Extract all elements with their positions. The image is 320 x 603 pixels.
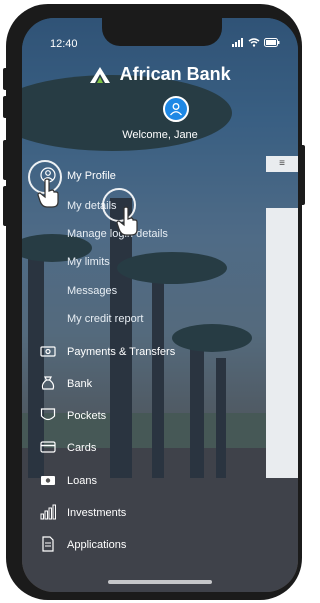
menu-item-label: Investments	[67, 507, 127, 519]
pointing-hand-icon	[115, 206, 141, 236]
user-icon	[170, 103, 182, 116]
menu-item-label: Bank	[67, 378, 93, 390]
side-button	[3, 96, 9, 118]
pocket-icon	[40, 407, 56, 423]
investments-icon	[40, 504, 56, 520]
app-screen: 12:40 African Bank Welcome, Jane ≡ My Pr…	[22, 18, 298, 592]
brand-name: African Bank	[119, 64, 231, 84]
status-time: 12:40	[50, 38, 78, 50]
pointing-hand-icon	[36, 178, 62, 208]
home-indicator[interactable]	[108, 580, 212, 584]
menu-item-credit-report[interactable]: My credit report	[67, 313, 143, 325]
menu-item-label: My Profile	[67, 170, 116, 182]
battery-icon	[264, 38, 280, 50]
side-button	[299, 145, 305, 205]
menu-item-messages[interactable]: Messages	[67, 285, 117, 297]
menu-item-label: Loans	[67, 475, 97, 487]
signal-icon	[232, 38, 244, 50]
main-content-peek[interactable]	[266, 208, 298, 478]
status-icons	[232, 38, 280, 50]
bank-bag-icon	[40, 375, 56, 391]
menu-item-label: Applications	[67, 539, 127, 551]
menu-item-my-limits[interactable]: My limits	[67, 256, 110, 268]
menu-overlay	[22, 18, 298, 592]
wifi-icon	[248, 38, 260, 50]
loan-icon	[40, 472, 56, 488]
status-bar: 12:40	[22, 38, 298, 52]
welcome-text: Welcome, Jane	[122, 129, 198, 141]
african-bank-logo-icon	[89, 66, 111, 84]
panel-menu-icon[interactable]: ≡	[266, 156, 298, 172]
brand-header: African Bank	[22, 64, 298, 85]
card-icon	[40, 439, 56, 455]
applications-icon	[40, 536, 56, 552]
payments-icon	[40, 343, 56, 359]
avatar[interactable]	[163, 96, 189, 122]
menu-item-label: Payments & Transfers	[67, 346, 176, 358]
side-button	[3, 186, 9, 226]
phone-frame: 12:40 African Bank Welcome, Jane ≡ My Pr…	[6, 4, 302, 600]
side-button	[3, 140, 9, 180]
side-button	[3, 68, 9, 90]
menu-item-label: Cards	[67, 442, 97, 454]
menu-item-label: Pockets	[67, 410, 107, 422]
